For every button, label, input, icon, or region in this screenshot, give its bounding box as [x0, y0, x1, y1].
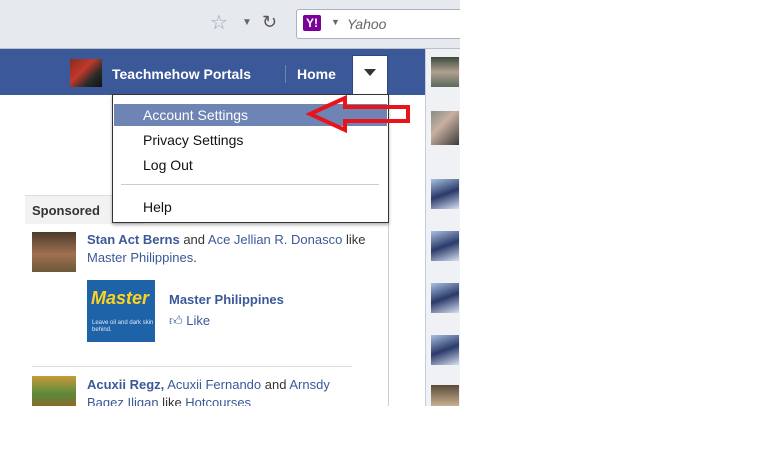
star-icon[interactable]: ☆ [210, 12, 228, 34]
ad1-friend-avatar[interactable] [32, 232, 76, 272]
ad1-image-caption: Leave oil and dark skin behind. [92, 320, 154, 333]
profile-name-link[interactable]: Teachmehow Portals [112, 66, 251, 82]
ad2-and-text: and [261, 377, 290, 392]
ad1-period: . [193, 250, 197, 265]
yahoo-logo-icon[interactable]: Y! [303, 15, 321, 31]
search-box[interactable]: Y! ▼ Yahoo [296, 9, 460, 39]
ad2-person1-link[interactable]: Acuxii Regz, [87, 377, 164, 392]
menu-item-log-out[interactable]: Log Out [114, 154, 387, 176]
ad2-page-link[interactable]: Hotcourses [185, 395, 251, 406]
screenshot-region: ☆ ▼ ↻ Y! ▼ Yahoo Teachmehow Portals Home… [0, 0, 460, 406]
ad1-like-text: like [342, 232, 366, 247]
home-link[interactable]: Home [297, 66, 336, 82]
ad1-social-text: Stan Act Berns and Ace Jellian R. Donasc… [87, 231, 367, 267]
account-menu-button[interactable] [352, 55, 388, 94]
thumbs-up-icon: 👍︎ [169, 313, 183, 328]
chat-friend-avatar[interactable] [431, 283, 459, 313]
annotation-arrow-icon [305, 94, 410, 134]
caret-down-icon [364, 69, 376, 76]
ad2-person2-link[interactable]: Acuxii Fernando [167, 377, 261, 392]
ad-divider [32, 366, 352, 367]
chat-friend-avatar[interactable] [431, 385, 459, 406]
menu-divider [121, 184, 379, 185]
chat-sidebar [425, 49, 460, 406]
ad2-friend-avatar[interactable] [32, 376, 76, 406]
ad2-social-text: Acuxii Regz, Acuxii Fernando and Arnsdy … [87, 376, 367, 406]
search-engine-dropdown-icon[interactable]: ▼ [331, 17, 340, 27]
ad1-and-text: and [179, 232, 208, 247]
ad1-person2-link[interactable]: Ace Jellian R. Donasco [208, 232, 342, 247]
ad1-page-link[interactable]: Master Philippines [87, 250, 193, 265]
chat-friend-avatar[interactable] [431, 111, 459, 145]
ad2-like-text: like [158, 395, 186, 406]
chevron-down-icon[interactable]: ▼ [242, 17, 252, 28]
menu-item-label: Log Out [143, 157, 193, 173]
sponsored-heading: Sponsored [32, 203, 100, 218]
chat-friend-avatar[interactable] [431, 231, 459, 261]
menu-item-help[interactable]: Help [114, 196, 387, 218]
menu-item-label: Account Settings [143, 107, 249, 123]
ad1-image-title: Master [91, 288, 150, 308]
menu-item-label: Privacy Settings [143, 132, 244, 148]
menu-item-label: Help [143, 199, 172, 215]
facebook-top-bar: Teachmehow Portals Home [0, 49, 425, 95]
profile-avatar[interactable] [70, 59, 102, 87]
ad1-like-label: Like [186, 313, 211, 328]
browser-toolbar: ☆ ▼ ↻ Y! ▼ Yahoo [0, 0, 460, 49]
chat-friend-avatar[interactable] [431, 57, 459, 87]
chat-friend-avatar[interactable] [431, 335, 459, 365]
reload-icon[interactable]: ↻ [262, 11, 277, 33]
ad1-image[interactable]: Master Leave oil and dark skin behind. [87, 280, 155, 342]
ad1-page-title-link[interactable]: Master Philippines [169, 292, 284, 307]
chat-friend-avatar[interactable] [431, 179, 459, 209]
search-input[interactable]: Yahoo [347, 16, 386, 32]
ad1-like-button[interactable]: 👍︎ Like [169, 313, 210, 329]
nav-separator [285, 65, 286, 83]
ad1-person1-link[interactable]: Stan Act Berns [87, 232, 180, 247]
